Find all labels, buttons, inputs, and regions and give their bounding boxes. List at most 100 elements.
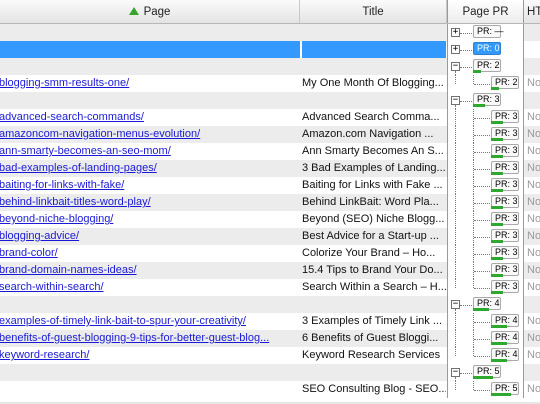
pr-bar xyxy=(491,359,507,362)
pr-badge: PR: 3 xyxy=(491,178,519,192)
pr-badge-label: PR: 3 xyxy=(495,230,518,240)
group-row[interactable]: − PR: 4 xyxy=(0,296,540,313)
page-link[interactable]: beyond-niche-blogging/ xyxy=(0,213,113,225)
page-link[interactable]: advanced-search-commands/ xyxy=(0,111,144,123)
tree-connector xyxy=(474,237,490,238)
column-header-page-label: Page xyxy=(143,6,171,18)
group-row[interactable]: − PR: 2 xyxy=(0,58,540,75)
column-header-ht[interactable]: HT xyxy=(524,0,540,23)
pr-bar xyxy=(473,308,489,311)
table-row[interactable]: search-within-search/Search Within a Sea… xyxy=(0,279,540,296)
pr-bar xyxy=(491,240,503,243)
ht-cell: No xyxy=(527,77,540,89)
ht-cell: No xyxy=(527,264,540,276)
tree-connector xyxy=(473,75,474,84)
title-cell xyxy=(302,364,446,381)
table-row[interactable]: ann-smarty-becomes-an-seo-mom/Ann Smarty… xyxy=(0,143,540,160)
tree-connector xyxy=(455,75,456,84)
collapse-icon[interactable]: − xyxy=(451,62,460,71)
page-link[interactable]: keyword-research/ xyxy=(0,349,89,361)
page-link[interactable]: amazoncom-navigation-menus-evolution/ xyxy=(0,128,200,140)
group-row[interactable]: − PR: 3 xyxy=(0,92,540,109)
tree-connector xyxy=(474,356,490,357)
page-cell: behind-linkbait-titles-word-play/ xyxy=(0,194,300,211)
table-row[interactable]: blogging-smm-results-one/My One Month Of… xyxy=(0,75,540,92)
tree-connector xyxy=(474,203,490,204)
page-link[interactable]: bad-examples-of-landing-pages/ xyxy=(0,162,157,174)
title-cell xyxy=(302,92,446,109)
pr-bar xyxy=(473,104,485,107)
table-row[interactable]: beyond-niche-blogging/Beyond (SEO) Niche… xyxy=(0,211,540,228)
table-row[interactable]: brand-color/Colorize Your Brand – Ho... P… xyxy=(0,245,540,262)
pr-badge-label: PR: 2 xyxy=(495,77,518,87)
page-cell: keyword-research/ xyxy=(0,347,300,364)
page-pr-cell: PR: 3 xyxy=(447,211,524,228)
page-cell: amazoncom-navigation-menus-evolution/ xyxy=(0,126,300,143)
column-header-page[interactable]: Page xyxy=(0,0,300,23)
page-link[interactable]: blogging-smm-results-one/ xyxy=(0,77,129,89)
table-row[interactable]: examples-of-timely-link-bait-to-spur-you… xyxy=(0,313,540,330)
page-pr-cell: PR: 3 xyxy=(447,279,524,296)
group-row[interactable]: + PR: — xyxy=(0,24,540,41)
pr-bar xyxy=(491,257,503,260)
title-cell: Best Advice for a Start-up ... xyxy=(302,230,439,242)
tree-connector xyxy=(455,245,456,262)
group-row[interactable]: − PR: 5 xyxy=(0,364,540,381)
ht-cell: No xyxy=(527,383,540,395)
table-row[interactable]: advanced-search-commands/Advanced Search… xyxy=(0,109,540,126)
expand-icon[interactable]: + xyxy=(451,28,460,37)
tree-connector xyxy=(455,143,456,160)
table-row[interactable]: benefits-of-guest-blogging-9-tips-for-be… xyxy=(0,330,540,347)
pr-badge-label: PR: 3 xyxy=(495,128,518,138)
page-pr-cell: PR: 3 xyxy=(447,245,524,262)
page-link[interactable]: brand-color/ xyxy=(0,247,58,259)
pr-badge-label: PR: 3 xyxy=(495,281,518,291)
title-cell: Beyond (SEO) Niche Blogg... xyxy=(302,213,445,225)
column-header-title[interactable]: Title xyxy=(300,0,447,23)
pr-badge: PR: 3 xyxy=(473,93,501,107)
table-row[interactable]: brand-domain-names-ideas/15.4 Tips to Br… xyxy=(0,262,540,279)
page-link[interactable]: ann-smarty-becomes-an-seo-mom/ xyxy=(0,145,171,157)
pr-badge: PR: 3 xyxy=(491,127,519,141)
ht-cell: No xyxy=(527,230,540,242)
page-pr-cell: PR: 3 xyxy=(447,160,524,177)
page-link[interactable]: blogging-advice/ xyxy=(0,230,79,242)
pr-badge: PR: 3 xyxy=(491,161,519,175)
tree-connector xyxy=(455,211,456,228)
page-pr-cell: − PR: 3 xyxy=(447,92,524,109)
expand-icon[interactable]: + xyxy=(451,45,460,54)
pr-badge-label: PR: 3 xyxy=(495,111,518,121)
page-link[interactable]: baiting-for-links-with-fake/ xyxy=(0,179,124,191)
pr-badge-label: PR: 4 xyxy=(495,349,518,359)
page-link[interactable]: search-within-search/ xyxy=(0,281,104,293)
table-row[interactable]: SEO Consulting Blog - SEO... PR: 5 No xyxy=(0,381,540,398)
page-link[interactable]: benefits-of-guest-blogging-9-tips-for-be… xyxy=(0,332,269,344)
page-link[interactable]: examples-of-timely-link-bait-to-spur-you… xyxy=(0,315,246,327)
title-cell xyxy=(302,41,446,58)
pr-bar xyxy=(491,87,499,90)
table-row[interactable]: keyword-research/Keyword Research Servic… xyxy=(0,347,540,364)
title-cell: Amazon.com Navigation ... xyxy=(302,128,434,140)
pr-badge-label: PR: 3 xyxy=(495,213,518,223)
collapse-icon[interactable]: − xyxy=(451,368,460,377)
title-cell: 3 Bad Examples of Landing... xyxy=(302,162,446,174)
title-cell: Keyword Research Services xyxy=(302,349,441,361)
table-row[interactable]: bad-examples-of-landing-pages/3 Bad Exam… xyxy=(0,160,540,177)
group-row[interactable]: + PR: 0 xyxy=(0,41,540,58)
collapse-icon[interactable]: − xyxy=(451,96,460,105)
tree-connector xyxy=(460,50,472,51)
tree-connector xyxy=(460,33,472,34)
page-pr-cell: PR: 3 xyxy=(447,126,524,143)
column-header-page-pr[interactable]: Page PR xyxy=(447,0,524,23)
tree-connector xyxy=(455,279,456,288)
page-link[interactable]: brand-domain-names-ideas/ xyxy=(0,264,137,276)
page-link[interactable]: behind-linkbait-titles-word-play/ xyxy=(0,196,151,208)
collapse-icon[interactable]: − xyxy=(451,300,460,309)
table-row[interactable]: baiting-for-links-with-fake/Baiting for … xyxy=(0,177,540,194)
table-row[interactable]: behind-linkbait-titles-word-play/Behind … xyxy=(0,194,540,211)
tree-connector xyxy=(474,118,490,119)
table-row[interactable]: amazoncom-navigation-menus-evolution/Ama… xyxy=(0,126,540,143)
page-pr-cell: PR: 4 xyxy=(447,347,524,364)
page-cell: search-within-search/ xyxy=(0,279,300,296)
table-row[interactable]: blogging-advice/Best Advice for a Start-… xyxy=(0,228,540,245)
